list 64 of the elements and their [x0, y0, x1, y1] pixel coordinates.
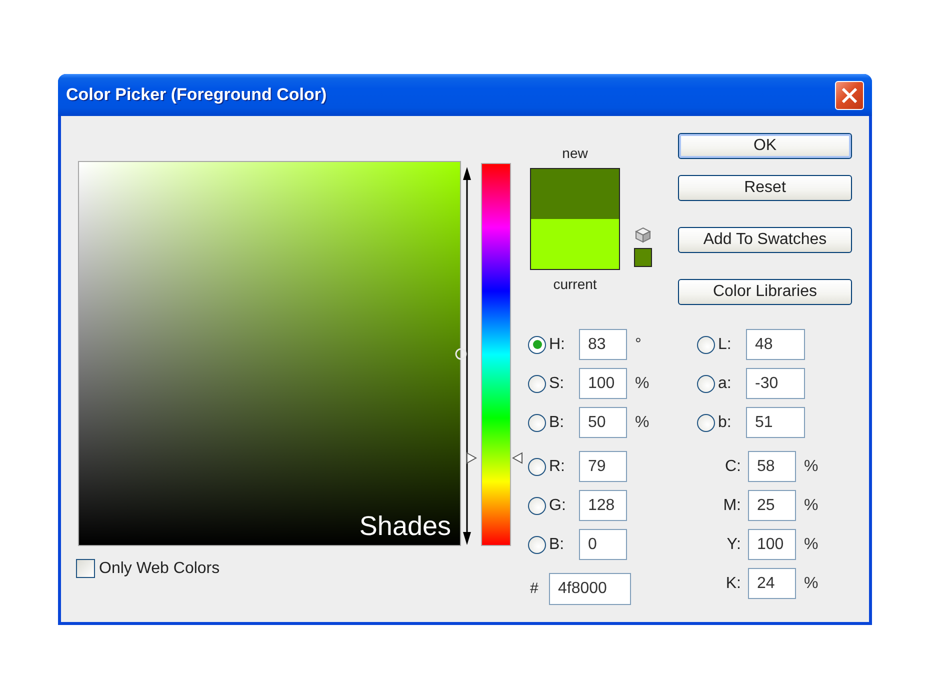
- field-label: R:: [549, 458, 566, 476]
- field-label: a:: [718, 374, 732, 392]
- number-field[interactable]: 83: [579, 329, 627, 360]
- number-field[interactable]: 50: [579, 407, 627, 438]
- field-label: #: [530, 580, 540, 597]
- field-label: Y:: [726, 536, 741, 554]
- hex-field[interactable]: 4f8000: [549, 572, 631, 604]
- checkbox-label: Only Web Colors: [99, 560, 220, 578]
- number-field[interactable]: 79: [579, 451, 627, 482]
- unit-label: %: [635, 414, 650, 432]
- unit-label: %: [804, 574, 818, 592]
- radio-button[interactable]: [528, 414, 546, 432]
- unit-label: °: [635, 336, 642, 354]
- radio-button[interactable]: [697, 374, 715, 392]
- radio-button[interactable]: [528, 536, 546, 554]
- close-button[interactable]: [835, 80, 864, 110]
- field-mode-label: Shades: [359, 513, 451, 540]
- field-label: b:: [718, 414, 732, 432]
- unit-label: %: [804, 536, 818, 554]
- dialog-button[interactable]: Reset: [678, 175, 852, 201]
- field-label: K:: [724, 574, 741, 592]
- field-label: S:: [549, 374, 566, 392]
- double-arrow-icon: [462, 167, 472, 545]
- hue-slider[interactable]: [466, 161, 523, 546]
- dialog-button[interactable]: OK: [678, 133, 852, 159]
- number-field[interactable]: 58: [748, 451, 796, 482]
- window-title: Color Picker (Foreground Color): [66, 85, 327, 105]
- dialog-button[interactable]: Color Libraries: [678, 279, 852, 305]
- number-field[interactable]: 25: [748, 490, 796, 521]
- number-field[interactable]: 48: [746, 329, 805, 360]
- number-field[interactable]: 24: [748, 568, 796, 599]
- radio-button[interactable]: [697, 336, 715, 354]
- field-label: L:: [718, 336, 732, 354]
- radio-button[interactable]: [528, 496, 546, 514]
- unit-label: %: [804, 496, 818, 514]
- marker-ring-icon[interactable]: [455, 348, 467, 360]
- swatch-label: new: [562, 144, 588, 162]
- field-label: M:: [722, 496, 741, 514]
- field-label: H:: [549, 336, 566, 354]
- dialog-button[interactable]: Add To Swatches: [678, 227, 852, 253]
- field-label: B:: [549, 536, 566, 554]
- number-field[interactable]: 51: [746, 407, 805, 438]
- cube-icon[interactable]: [635, 227, 651, 243]
- color-swatch[interactable]: [634, 248, 652, 267]
- close-icon: [842, 88, 857, 102]
- radio-button[interactable]: [697, 414, 715, 432]
- color-swatch[interactable]: [530, 219, 620, 270]
- field-label: G:: [549, 496, 567, 514]
- checkbox[interactable]: [76, 559, 95, 578]
- radio-button[interactable]: [528, 336, 546, 354]
- number-field[interactable]: 100: [579, 368, 627, 399]
- number-field[interactable]: -30: [746, 368, 805, 399]
- color-field[interactable]: Shades: [78, 161, 461, 546]
- radio-button[interactable]: [528, 458, 546, 476]
- field-label: B:: [549, 414, 566, 432]
- unit-label: %: [635, 374, 650, 392]
- number-field[interactable]: 0: [579, 529, 627, 560]
- unit-label: %: [804, 458, 818, 476]
- slider-handle[interactable]: [466, 452, 523, 464]
- number-field[interactable]: 100: [748, 529, 796, 560]
- swatch-label: current: [553, 275, 597, 293]
- field-label: C:: [724, 458, 741, 476]
- number-field[interactable]: 128: [579, 490, 627, 521]
- radio-button[interactable]: [528, 374, 546, 392]
